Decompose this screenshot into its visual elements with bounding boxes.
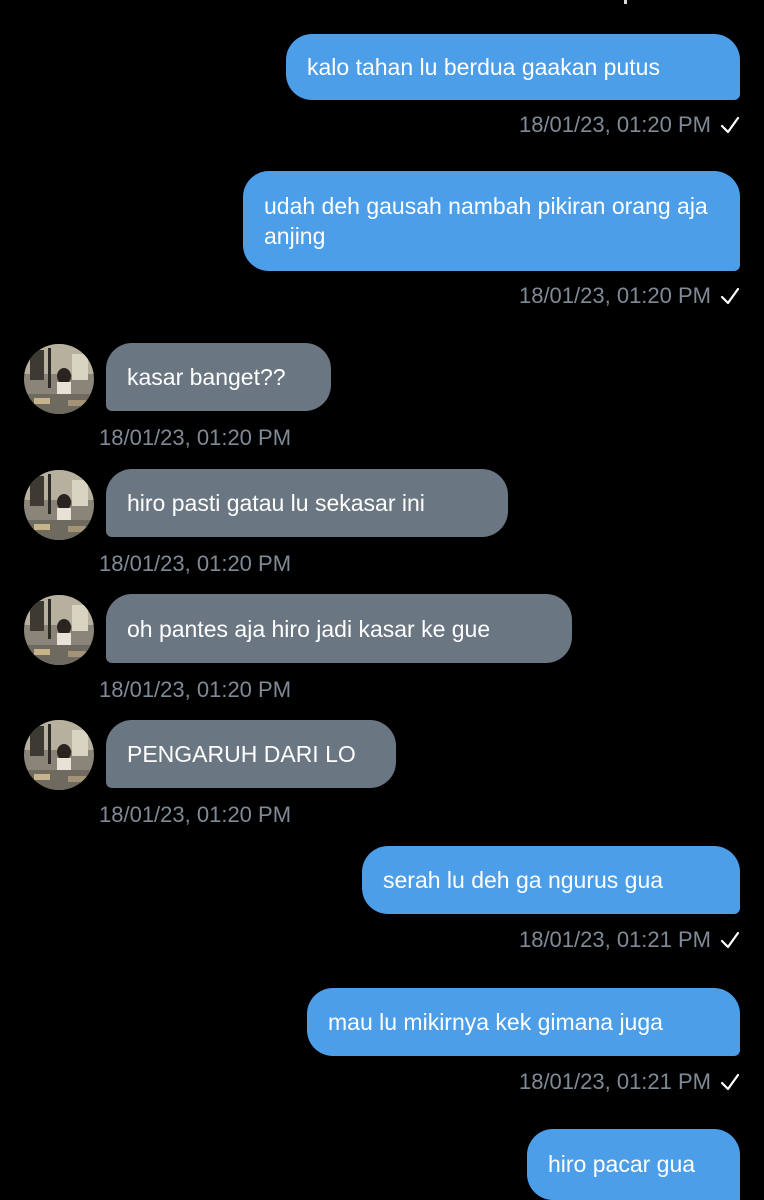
timestamp-text: 18/01/23, 01:20 PM: [99, 802, 292, 827]
outgoing-message-bubble[interactable]: serah lu deh ga ngurus gua: [362, 846, 740, 914]
message-text: hiro pacar gua: [548, 1151, 696, 1177]
checkmark-icon: [720, 929, 740, 951]
timestamp-text: 18/01/23, 01:20 PM: [518, 112, 711, 137]
outgoing-message-bubble[interactable]: udah deh gausah nambah pikiran orang aja…: [243, 171, 740, 271]
message-text: oh pantes aja hiro jadi kasar ke gue: [127, 615, 491, 642]
timestamp-text: 18/01/23, 01:21 PM: [518, 927, 711, 952]
incoming-message-bubble[interactable]: PENGARUH DARI LO: [106, 720, 396, 788]
message-text: kalo tahan lu berdua gaakan putus: [307, 54, 660, 80]
message-timestamp: 18/01/23, 01:20 PM: [519, 281, 740, 311]
message-timestamp: 18/01/23, 01:20 PM: [99, 423, 291, 453]
top-edge-mark: [624, 0, 627, 4]
message-text: hiro pasti gatau lu sekasar ini: [127, 490, 425, 516]
timestamp-text: 18/01/23, 01:20 PM: [99, 677, 292, 702]
outgoing-message-bubble[interactable]: hiro pacar gua: [527, 1129, 740, 1200]
contact-avatar[interactable]: [24, 595, 94, 665]
message-timestamp: 18/01/23, 01:20 PM: [99, 675, 291, 705]
checkmark-icon: [720, 114, 740, 136]
incoming-message-bubble[interactable]: kasar banget??: [106, 343, 331, 411]
timestamp-text: 18/01/23, 01:21 PM: [518, 1069, 711, 1094]
timestamp-text: 18/01/23, 01:20 PM: [99, 425, 292, 450]
contact-avatar[interactable]: [24, 344, 94, 414]
message-text: mau lu mikirnya kek gimana juga: [328, 1009, 663, 1035]
timestamp-text: 18/01/23, 01:20 PM: [99, 551, 292, 576]
incoming-message-bubble[interactable]: hiro pasti gatau lu sekasar ini: [106, 469, 508, 537]
message-timestamp: 18/01/23, 01:21 PM: [519, 925, 740, 955]
incoming-message-bubble[interactable]: oh pantes aja hiro jadi kasar ke gue: [106, 594, 572, 663]
checkmark-icon: [720, 285, 740, 307]
message-timestamp: 18/01/23, 01:21 PM: [519, 1067, 740, 1097]
message-timestamp: 18/01/23, 01:20 PM: [99, 800, 291, 830]
checkmark-icon: [720, 1071, 740, 1093]
message-text: udah deh gausah nambah pikiran orang aja…: [264, 193, 708, 249]
message-text: serah lu deh ga ngurus gua: [383, 867, 664, 893]
message-timestamp: 18/01/23, 01:20 PM: [99, 549, 291, 579]
message-timestamp: 18/01/23, 01:20 PM: [519, 110, 740, 140]
message-text: kasar banget??: [127, 364, 286, 390]
outgoing-message-bubble[interactable]: kalo tahan lu berdua gaakan putus: [286, 34, 740, 100]
contact-avatar[interactable]: [24, 720, 94, 790]
timestamp-text: 18/01/23, 01:20 PM: [518, 283, 711, 308]
outgoing-message-bubble[interactable]: mau lu mikirnya kek gimana juga: [307, 988, 740, 1056]
message-text: PENGARUH DARI LO: [127, 741, 356, 767]
contact-avatar[interactable]: [24, 470, 94, 540]
